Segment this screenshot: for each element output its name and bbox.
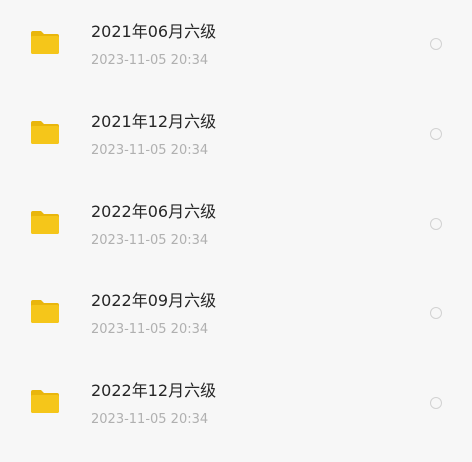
file-date: 2023-11-05 20:34 [91,233,209,248]
file-date: 2023-11-05 20:34 [91,53,209,68]
file-row-2022-12[interactable]: 2022年12月六级 2023-11-05 20:34 [0,360,472,450]
folder-icon [30,120,60,145]
select-radio[interactable] [430,128,442,140]
file-row-2022-09[interactable]: 2022年09月六级 2023-11-05 20:34 [0,270,472,360]
file-row-2021-12[interactable]: 2021年12月六级 2023-11-05 20:34 [0,91,472,181]
file-name: 2021年06月六级 [91,22,217,41]
file-name: 2022年06月六级 [91,202,217,221]
file-date: 2023-11-05 20:34 [91,322,209,337]
folder-icon [30,299,60,324]
file-name: 2021年12月六级 [91,112,217,131]
file-name: 2022年09月六级 [91,291,217,310]
file-date: 2023-11-05 20:34 [91,143,209,158]
select-radio[interactable] [430,307,442,319]
select-radio[interactable] [430,218,442,230]
folder-icon [30,30,60,55]
file-date: 2023-11-05 20:34 [91,412,209,427]
folder-icon [30,210,60,235]
folder-icon [30,389,60,414]
file-row-2021-06[interactable]: 2021年06月六级 2023-11-05 20:34 [0,1,472,91]
select-radio[interactable] [430,38,442,50]
file-row-2022-06[interactable]: 2022年06月六级 2023-11-05 20:34 [0,181,472,271]
file-name: 2022年12月六级 [91,381,217,400]
file-list: 2021年06月六级 2023-11-05 20:34 2021年12月六级 2… [0,0,472,462]
select-radio[interactable] [430,397,442,409]
